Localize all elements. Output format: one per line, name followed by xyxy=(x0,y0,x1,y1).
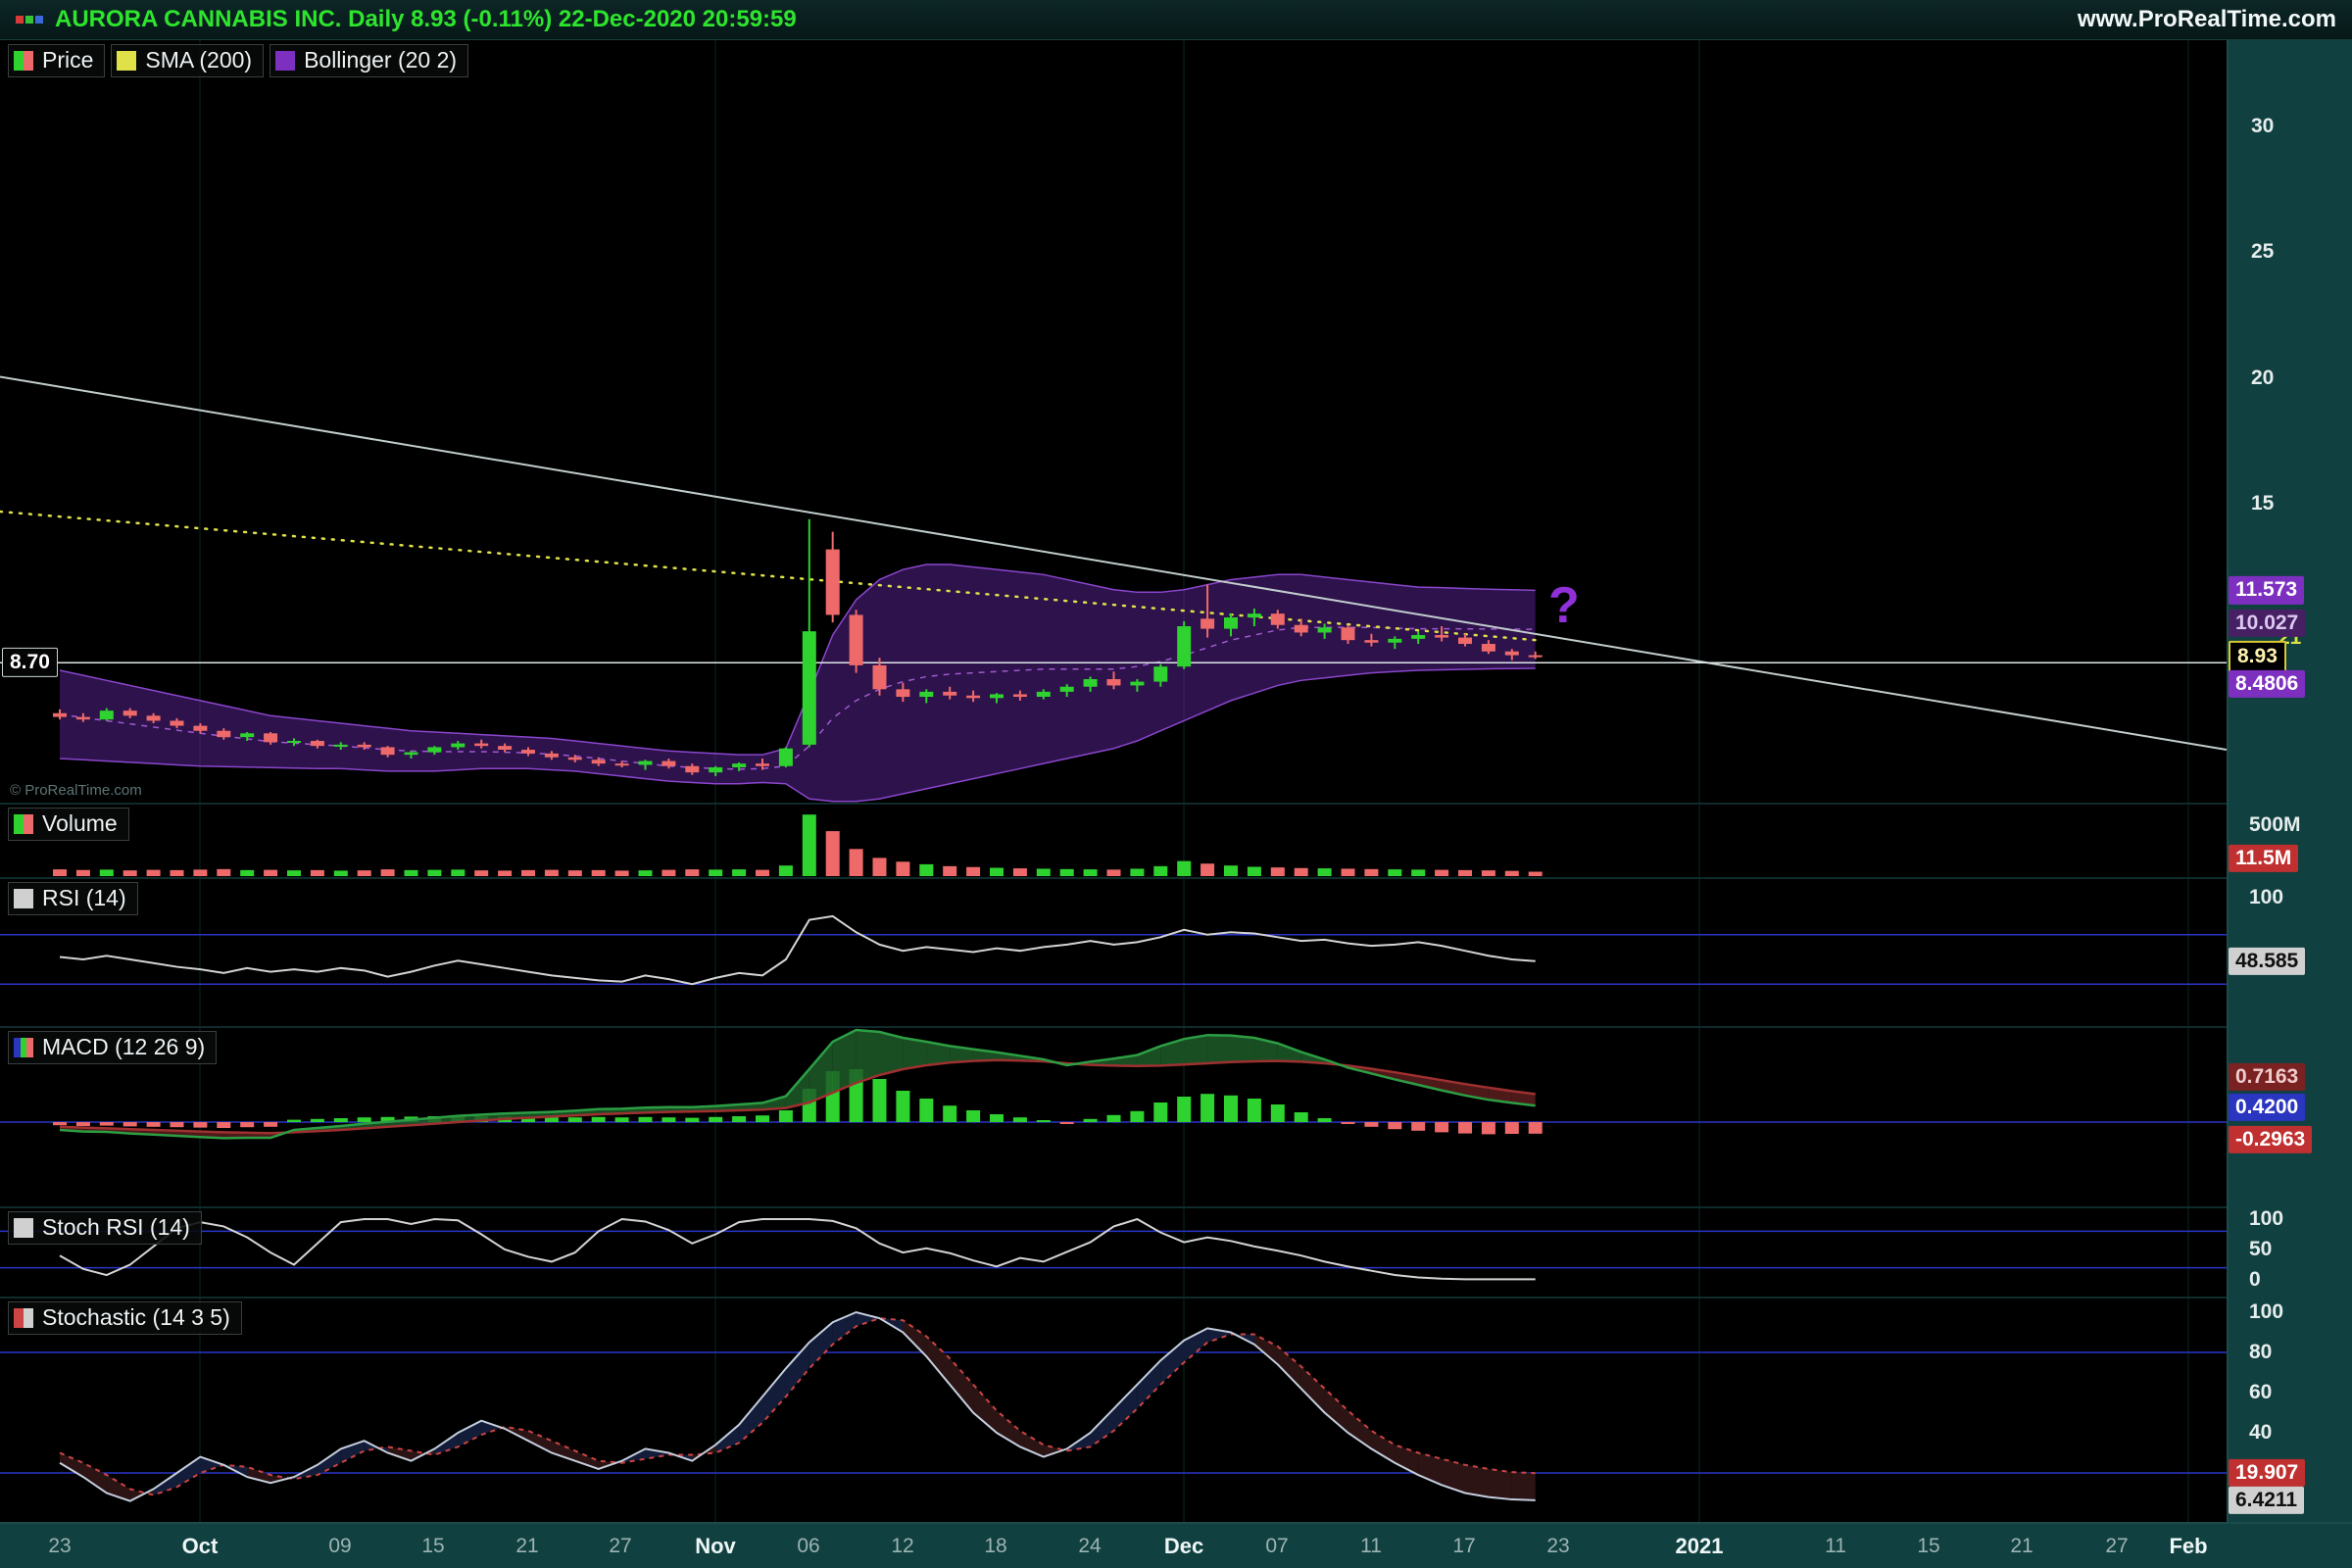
price-level-label: 8.70 xyxy=(2,648,58,677)
stoch-value-label: 80 xyxy=(2242,1339,2278,1366)
price-value-label: 8.93 xyxy=(2229,641,2286,672)
time-axis-tick: Feb xyxy=(2169,1524,2207,1568)
copyright-watermark: © ProRealTime.com xyxy=(10,782,142,799)
legend-rsi-label: RSI (14) xyxy=(42,885,126,912)
time-axis-tick: 27 xyxy=(2105,1524,2128,1568)
price-axis-tick: 15 xyxy=(2244,490,2280,517)
prorealtime-link[interactable]: www.ProRealTime.com xyxy=(2078,6,2336,33)
legend-sma-label: SMA (200) xyxy=(145,47,252,74)
time-axis-tick: 2021 xyxy=(1676,1524,1724,1568)
time-axis-tick: 27 xyxy=(609,1524,631,1568)
legend-volume[interactable]: Volume xyxy=(8,808,129,841)
legend-stochastic[interactable]: Stochastic (14 3 5) xyxy=(8,1301,242,1335)
legend-stoch-rsi[interactable]: Stoch RSI (14) xyxy=(8,1211,202,1245)
time-axis-tick: 11 xyxy=(1360,1524,1382,1568)
rsi-swatch-icon xyxy=(14,889,33,908)
macd-swatch-icon xyxy=(14,1038,33,1057)
application-window: AURORA CANNABIS INC. Daily 8.93 (-0.11%)… xyxy=(0,0,2352,1568)
time-axis-tick: 23 xyxy=(1546,1524,1569,1568)
bollinger-swatch-icon xyxy=(275,51,295,71)
legend-sma[interactable]: SMA (200) xyxy=(111,44,264,77)
time-axis-tick: Nov xyxy=(695,1524,736,1568)
time-axis-tick: Dec xyxy=(1164,1524,1203,1568)
price-value-label: 11.573 xyxy=(2229,576,2304,604)
legend-volume-label: Volume xyxy=(42,810,118,838)
time-axis-tick: 15 xyxy=(1917,1524,1939,1568)
price-value-label: 10.027 xyxy=(2229,610,2305,637)
macd-value-label: -0.2963 xyxy=(2229,1126,2312,1153)
legend-macd-label: MACD (12 26 9) xyxy=(42,1034,205,1061)
question-mark-annotation[interactable]: ? xyxy=(1548,576,1580,635)
time-axis[interactable]: 23 Oct 09 15 21 27 Nov 06 12 18 24 Dec 07 11 17 23 2021 1… xyxy=(0,1522,2352,1568)
stochrsi-value-label: 0 xyxy=(2242,1266,2268,1294)
time-axis-tick: 15 xyxy=(421,1524,444,1568)
legend-price[interactable]: Price xyxy=(8,44,105,77)
volume-value-label: 11.5M xyxy=(2229,844,2298,871)
time-axis-tick: 24 xyxy=(1078,1524,1101,1568)
legend-bollinger-label: Bollinger (20 2) xyxy=(304,47,457,74)
time-axis-tick: 23 xyxy=(48,1524,71,1568)
stoch-value-label: 6.4211 xyxy=(2229,1487,2304,1514)
rsi-panel-legend: RSI (14) xyxy=(8,882,138,915)
time-axis-tick: 12 xyxy=(891,1524,913,1568)
legend-bollinger[interactable]: Bollinger (20 2) xyxy=(270,44,468,77)
stoch-rsi-swatch-icon xyxy=(14,1218,33,1238)
time-axis-tick: 11 xyxy=(1825,1524,1846,1568)
title-bar: AURORA CANNABIS INC. Daily 8.93 (-0.11%)… xyxy=(0,0,2352,40)
stochrsi-value-label: 100 xyxy=(2242,1205,2290,1233)
price-swatch-icon xyxy=(14,51,33,71)
macd-value-label: 0.7163 xyxy=(2229,1063,2305,1091)
stoch-value-label: 100 xyxy=(2242,1298,2290,1326)
time-axis-tick: 21 xyxy=(2010,1524,2033,1568)
stoch-rsi-panel-legend: Stoch RSI (14) xyxy=(8,1211,202,1245)
price-value-label: 8.4806 xyxy=(2229,670,2305,698)
stoch-value-label: 40 xyxy=(2242,1419,2278,1446)
macd-panel-legend: MACD (12 26 9) xyxy=(8,1031,217,1064)
time-axis-tick: 06 xyxy=(797,1524,819,1568)
chart-canvas[interactable] xyxy=(0,0,2352,1568)
stochrsi-value-label: 50 xyxy=(2242,1236,2278,1263)
legend-stochastic-label: Stochastic (14 3 5) xyxy=(42,1304,230,1332)
stoch-value-label: 19.907 xyxy=(2229,1459,2305,1487)
time-axis-tick: Oct xyxy=(182,1524,219,1568)
time-axis-tick: 21 xyxy=(515,1524,538,1568)
volume-value-label: 500M xyxy=(2242,811,2308,839)
macd-value-label: 0.4200 xyxy=(2229,1094,2305,1121)
chart-title: AURORA CANNABIS INC. Daily 8.93 (-0.11%)… xyxy=(55,6,797,33)
sma-swatch-icon xyxy=(117,51,136,71)
time-axis-tick: 18 xyxy=(984,1524,1006,1568)
time-axis-tick: 17 xyxy=(1452,1524,1475,1568)
price-axis-tick: 20 xyxy=(2244,365,2280,392)
time-axis-tick: 09 xyxy=(328,1524,351,1568)
rsi-value-label: 100 xyxy=(2242,884,2290,911)
time-axis-tick: 07 xyxy=(1265,1524,1288,1568)
stochastic-panel-legend: Stochastic (14 3 5) xyxy=(8,1301,242,1335)
legend-macd[interactable]: MACD (12 26 9) xyxy=(8,1031,217,1064)
stoch-value-label: 60 xyxy=(2242,1379,2278,1406)
legend-stoch-rsi-label: Stoch RSI (14) xyxy=(42,1214,190,1242)
legend-price-label: Price xyxy=(42,47,93,74)
legend-rsi[interactable]: RSI (14) xyxy=(8,882,138,915)
stochastic-swatch-icon xyxy=(14,1308,33,1328)
price-panel-legend: Price SMA (200) Bollinger (20 2) xyxy=(8,44,468,77)
app-icon xyxy=(16,16,43,24)
rsi-value-label: 48.585 xyxy=(2229,948,2305,975)
volume-swatch-icon xyxy=(14,814,33,834)
volume-panel-legend: Volume xyxy=(8,808,129,841)
price-axis-tick: 30 xyxy=(2244,113,2280,140)
price-axis-tick: 25 xyxy=(2244,238,2280,266)
